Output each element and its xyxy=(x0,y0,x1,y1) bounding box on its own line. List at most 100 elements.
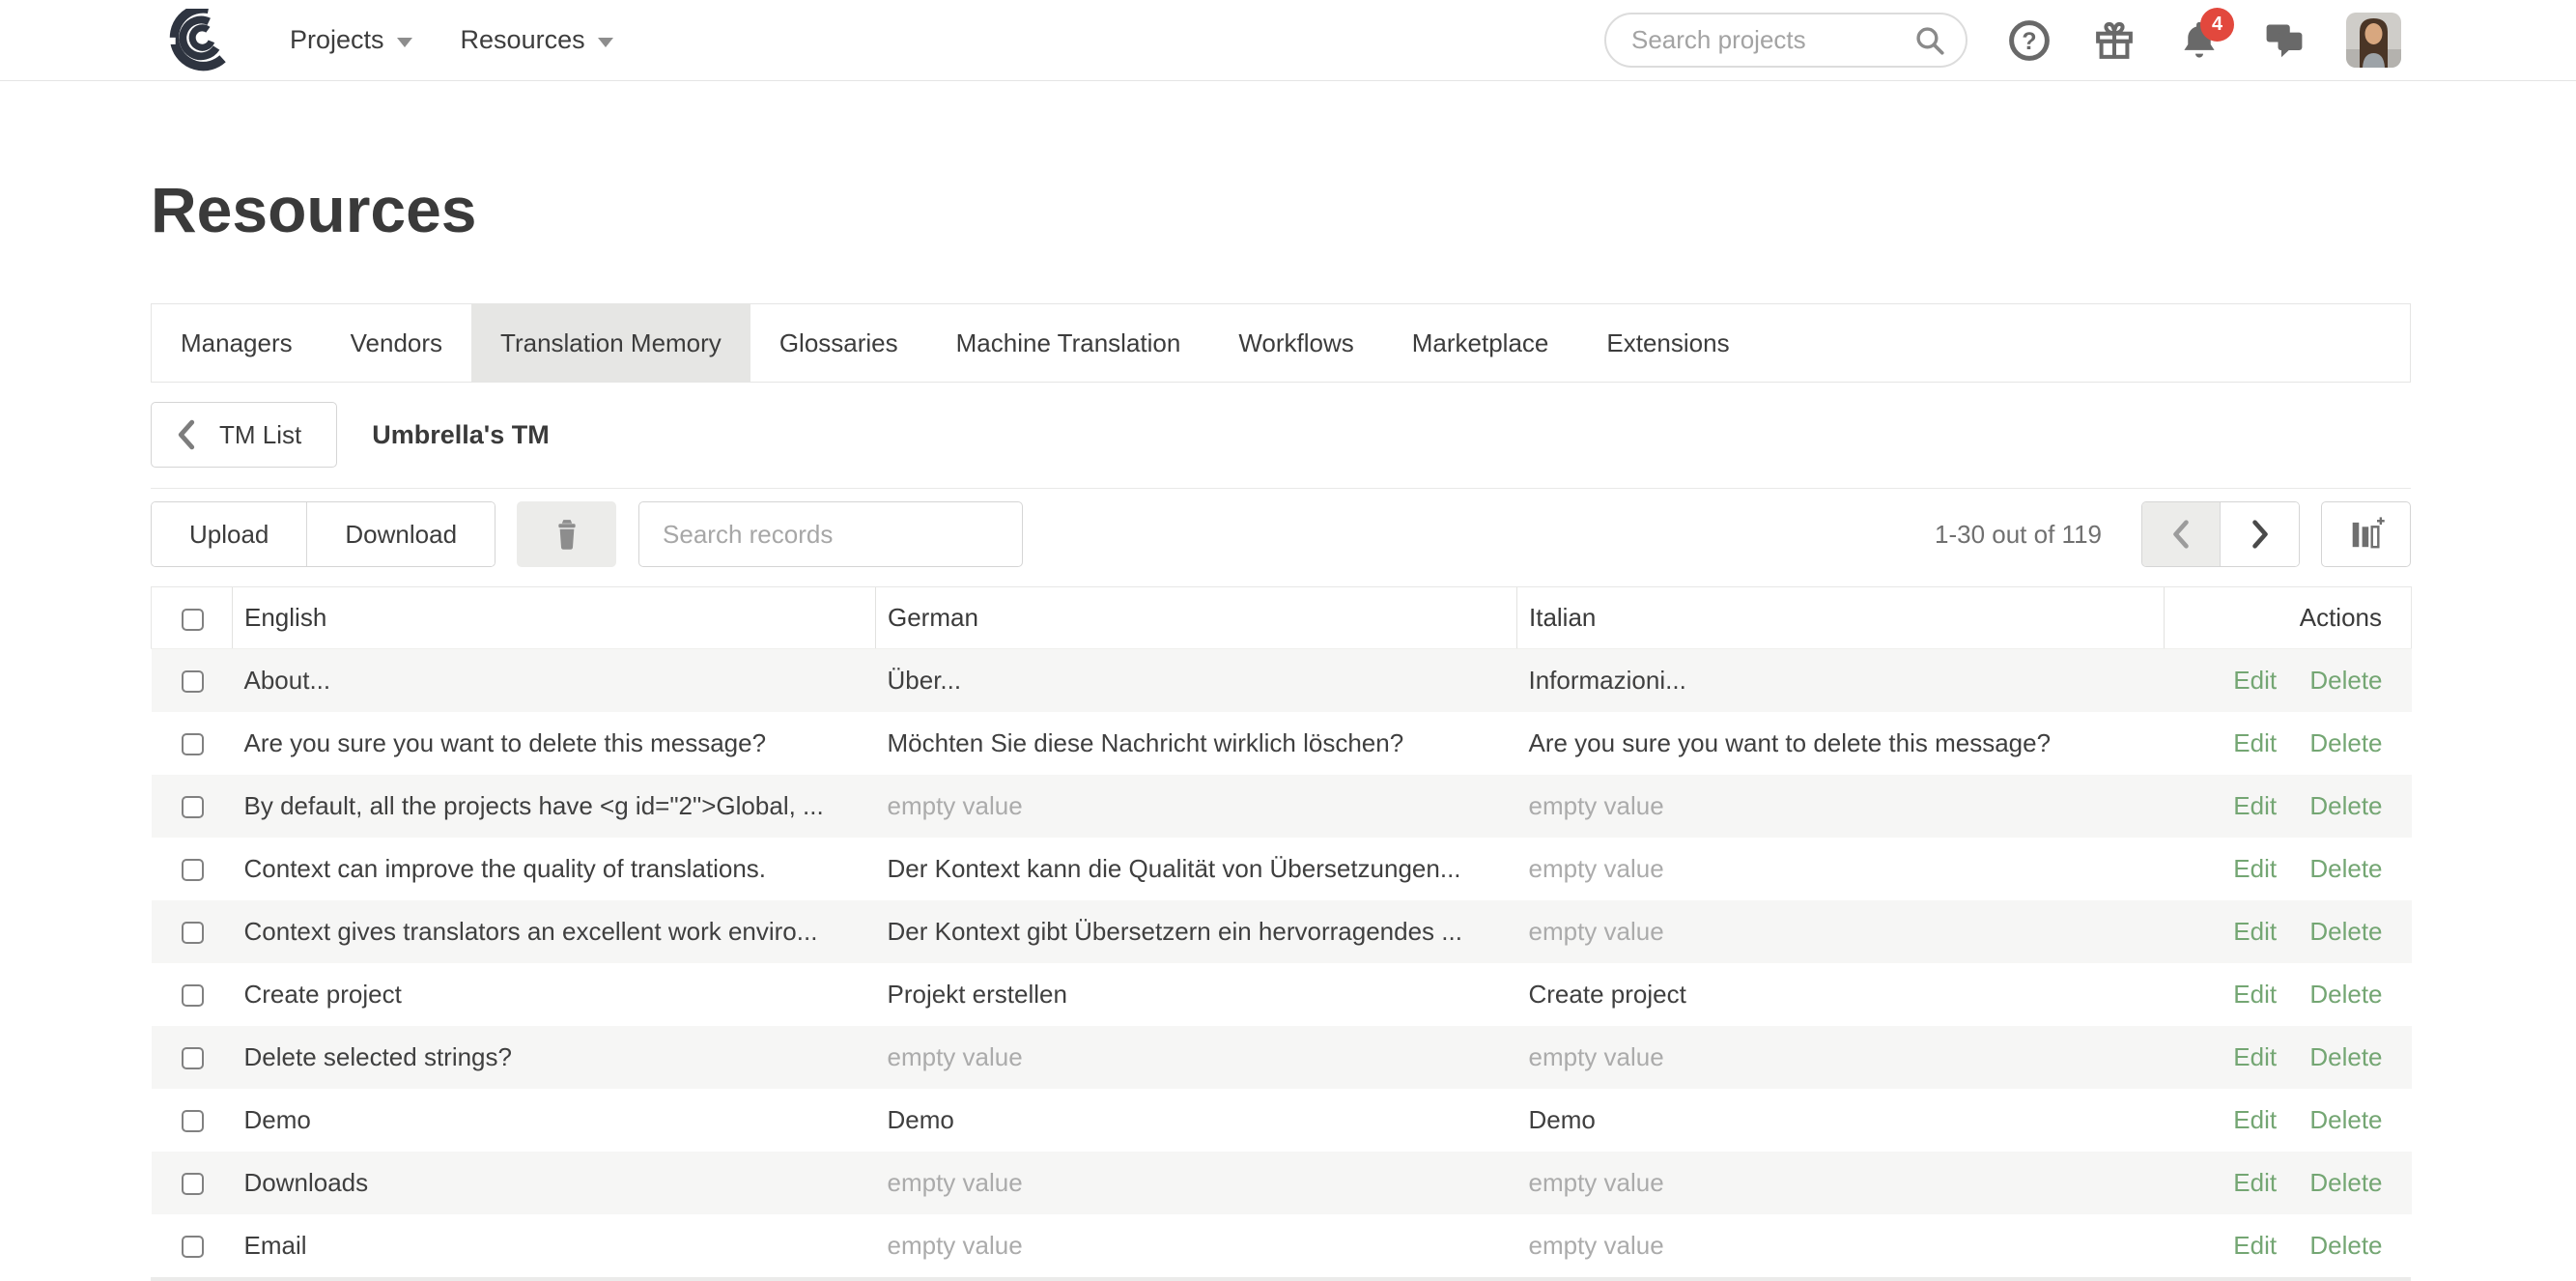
row-checkbox[interactable] xyxy=(182,1173,204,1195)
edit-link[interactable]: Edit xyxy=(2233,1168,2277,1197)
edit-link[interactable]: Edit xyxy=(2233,728,2277,757)
avatar[interactable] xyxy=(2346,13,2401,68)
cell-german: empty value xyxy=(876,1026,1517,1089)
cell-german: Möchten Sie diese Nachricht wirklich lös… xyxy=(876,712,1517,775)
chevron-down-icon xyxy=(397,38,412,47)
tab-marketplace[interactable]: Marketplace xyxy=(1383,304,1578,382)
tab-workflows[interactable]: Workflows xyxy=(1209,304,1382,382)
help-button[interactable]: ? xyxy=(2006,17,2052,64)
pagination-range: 1-30 out of 119 xyxy=(1935,520,2102,550)
tab-extensions[interactable]: Extensions xyxy=(1577,304,1758,382)
cell-italian: empty value xyxy=(1517,900,2165,963)
notifications-button[interactable]: 4 xyxy=(2176,17,2222,64)
chevron-left-icon xyxy=(177,419,196,450)
cell-italian: Create project xyxy=(1517,963,2165,1026)
logo-icon xyxy=(156,9,229,72)
edit-link[interactable]: Edit xyxy=(2233,854,2277,883)
edit-link[interactable]: Edit xyxy=(2233,1231,2277,1260)
table-row: By default, all the projects have <g id=… xyxy=(152,775,2412,838)
delete-link[interactable]: Delete xyxy=(2309,1231,2382,1260)
trash-icon xyxy=(552,518,581,551)
edit-link[interactable]: Edit xyxy=(2233,917,2277,946)
cell-english: Email xyxy=(233,1214,876,1277)
search-icon[interactable] xyxy=(1913,24,1946,57)
gift-icon xyxy=(2092,18,2137,63)
tab-glossaries[interactable]: Glossaries xyxy=(750,304,927,382)
upload-button[interactable]: Upload xyxy=(152,502,306,566)
search-records-input[interactable] xyxy=(638,501,1023,567)
row-checkbox[interactable] xyxy=(182,733,204,755)
row-checkbox[interactable] xyxy=(182,796,204,818)
tab-vendors[interactable]: Vendors xyxy=(322,304,471,382)
tab-machine-translation[interactable]: Machine Translation xyxy=(927,304,1210,382)
row-checkbox[interactable] xyxy=(182,1110,204,1132)
breadcrumb-current: Umbrella's TM xyxy=(372,420,549,450)
tm-records-table: English German Italian Actions About... … xyxy=(151,586,2412,1277)
navbar-left: Projects Resources xyxy=(155,8,613,73)
manage-columns-button[interactable] xyxy=(2321,501,2411,567)
cell-english: Are you sure you want to delete this mes… xyxy=(233,712,876,775)
edit-link[interactable]: Edit xyxy=(2233,666,2277,695)
delete-link[interactable]: Delete xyxy=(2309,917,2382,946)
navbar-right: ? 4 xyxy=(1604,13,2401,68)
avatar-photo xyxy=(2346,13,2401,68)
tm-list-back-button[interactable]: TM List xyxy=(151,402,337,468)
cell-german: empty value xyxy=(876,775,1517,838)
whats-new-button[interactable] xyxy=(2091,17,2137,64)
table-row: Are you sure you want to delete this mes… xyxy=(152,712,2412,775)
nav-menu-resources-label: Resources xyxy=(461,25,585,55)
row-actions: Edit Delete xyxy=(2165,1214,2412,1277)
next-page-button[interactable] xyxy=(2221,502,2299,566)
edit-link[interactable]: Edit xyxy=(2233,1042,2277,1071)
header-checkbox-cell xyxy=(152,587,233,649)
table-header: English German Italian Actions xyxy=(152,587,2412,649)
select-all-checkbox[interactable] xyxy=(182,609,204,631)
delete-records-button[interactable] xyxy=(517,501,616,567)
cell-italian: empty value xyxy=(1517,775,2165,838)
row-actions: Edit Delete xyxy=(2165,775,2412,838)
edit-link[interactable]: Edit xyxy=(2233,1105,2277,1134)
crowdin-logo[interactable] xyxy=(155,8,230,73)
cell-german: Der Kontext gibt Übersetzern ein hervorr… xyxy=(876,900,1517,963)
delete-link[interactable]: Delete xyxy=(2309,666,2382,695)
delete-link[interactable]: Delete xyxy=(2309,791,2382,820)
delete-link[interactable]: Delete xyxy=(2309,1042,2382,1071)
row-checkbox[interactable] xyxy=(182,1236,204,1258)
cell-german: Über... xyxy=(876,649,1517,712)
chat-icon xyxy=(2262,18,2307,63)
row-checkbox-cell xyxy=(152,649,233,712)
download-button[interactable]: Download xyxy=(306,502,495,566)
row-checkbox[interactable] xyxy=(182,1047,204,1069)
cell-english: About... xyxy=(233,649,876,712)
edit-link[interactable]: Edit xyxy=(2233,791,2277,820)
cell-german: empty value xyxy=(876,1152,1517,1214)
prev-page-button[interactable] xyxy=(2142,502,2221,566)
messages-button[interactable] xyxy=(2261,17,2307,64)
delete-link[interactable]: Delete xyxy=(2309,1105,2382,1134)
delete-link[interactable]: Delete xyxy=(2309,1168,2382,1197)
delete-link[interactable]: Delete xyxy=(2309,854,2382,883)
nav-menu-resources[interactable]: Resources xyxy=(461,25,613,55)
delete-link[interactable]: Delete xyxy=(2309,728,2382,757)
row-checkbox[interactable] xyxy=(182,922,204,944)
page-title: Resources xyxy=(151,178,2411,242)
tab-translation-memory[interactable]: Translation Memory xyxy=(471,304,750,382)
tab-managers[interactable]: Managers xyxy=(152,304,322,382)
table-row: Email empty value empty value Edit Delet… xyxy=(152,1214,2412,1277)
cell-german: Der Kontext kann die Qualität von Überse… xyxy=(876,838,1517,900)
edit-link[interactable]: Edit xyxy=(2233,980,2277,1009)
nav-menu-projects[interactable]: Projects xyxy=(290,25,412,55)
tm-toolbar: Upload Download 1-30 out of 119 xyxy=(151,501,2411,567)
row-checkbox[interactable] xyxy=(182,984,204,1007)
table-row: Downloads empty value empty value Edit D… xyxy=(152,1152,2412,1214)
projects-search-input[interactable] xyxy=(1631,25,1913,55)
row-checkbox-cell xyxy=(152,900,233,963)
cell-english: Demo xyxy=(233,1089,876,1152)
cell-english: By default, all the projects have <g id=… xyxy=(233,775,876,838)
tm-list-label: TM List xyxy=(219,420,301,450)
row-checkbox[interactable] xyxy=(182,670,204,693)
main-content: Resources ManagersVendorsTranslation Mem… xyxy=(151,178,2411,1281)
row-checkbox[interactable] xyxy=(182,859,204,881)
delete-link[interactable]: Delete xyxy=(2309,980,2382,1009)
header-actions: Actions xyxy=(2165,587,2412,649)
